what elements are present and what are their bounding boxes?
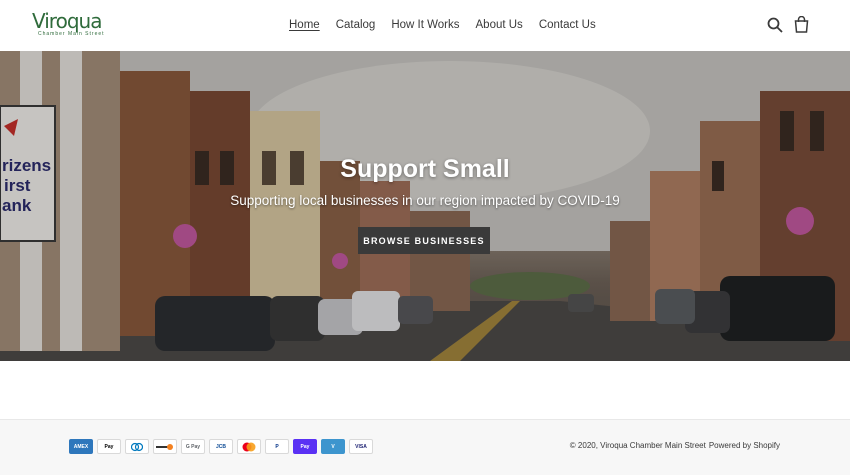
google-pay-icon: G Pay: [181, 439, 205, 454]
site-footer: AMEX Pay G Pay JCB P Pay V VISA © 2020, Viroqua…: [0, 419, 850, 475]
copyright-text[interactable]: © 2020, Viroqua Chamber Main Street: [570, 441, 706, 450]
paypal-icon: P: [265, 439, 289, 454]
nav-home[interactable]: Home: [289, 18, 320, 34]
search-icon[interactable]: [767, 17, 783, 33]
nav-catalog[interactable]: Catalog: [336, 18, 376, 34]
main-nav: Home Catalog How It Works About Us Conta…: [289, 18, 596, 34]
mastercard-icon: [237, 439, 261, 454]
site-logo[interactable]: Viroqua Chamber Main Street: [32, 9, 105, 39]
nav-contact-us[interactable]: Contact Us: [539, 18, 596, 34]
jcb-icon: JCB: [209, 439, 233, 454]
diners-club-icon: [125, 439, 149, 454]
hero-banner: rizens irst ank Support Small Supporting…: [0, 51, 850, 361]
cart-icon[interactable]: [794, 16, 809, 33]
page-content-spacer: [0, 361, 850, 419]
powered-by-link[interactable]: Powered by Shopify: [709, 441, 780, 450]
venmo-icon: V: [321, 439, 345, 454]
hero-subtitle: Supporting local businesses in our regio…: [230, 193, 620, 208]
american-express-icon: AMEX: [69, 439, 93, 454]
copyright: © 2020, Viroqua Chamber Main Street Power…: [567, 441, 780, 450]
browse-businesses-button[interactable]: BROWSE BUSINESSES: [358, 227, 490, 254]
site-header: Viroqua Chamber Main Street Home Catalog…: [0, 0, 850, 52]
logo-tagline: Chamber Main Street: [38, 31, 105, 37]
hero-title: Support Small: [340, 155, 510, 183]
logo-name: Viroqua: [32, 9, 102, 33]
nav-how-it-works[interactable]: How It Works: [391, 18, 459, 34]
apple-pay-icon: Pay: [97, 439, 121, 454]
payment-icons: AMEX Pay G Pay JCB P Pay V VISA: [69, 439, 373, 454]
nav-about-us[interactable]: About Us: [476, 18, 523, 34]
discover-icon: [153, 439, 177, 454]
shop-pay-icon: Pay: [293, 439, 317, 454]
visa-icon: VISA: [349, 439, 373, 454]
